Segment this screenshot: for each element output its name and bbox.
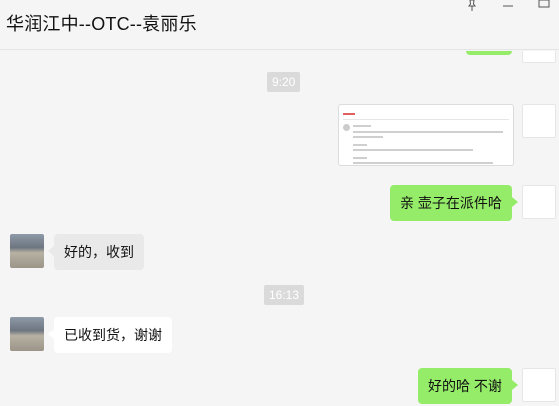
contact-avatar[interactable]	[10, 317, 44, 351]
doc-line	[353, 157, 367, 159]
doc-header-line	[343, 113, 355, 115]
my-avatar[interactable]	[522, 368, 556, 402]
my-avatar[interactable]	[522, 51, 556, 63]
timestamp: 16:13	[264, 285, 305, 305]
received-message-bubble[interactable]: 好的，收到	[48, 234, 144, 270]
doc-line	[353, 136, 383, 138]
received-message-bubble[interactable]: 已收到货，谢谢	[48, 317, 172, 353]
my-avatar[interactable]	[522, 104, 556, 138]
chat-title: 华润江中--OTC--袁丽乐	[6, 14, 197, 34]
partial-sent-bubble[interactable]	[466, 51, 512, 55]
pin-icon[interactable]	[464, 0, 480, 12]
my-avatar[interactable]	[522, 185, 556, 219]
doc-line	[353, 131, 503, 133]
doc-line	[353, 125, 371, 127]
contact-avatar[interactable]	[10, 234, 44, 268]
chat-header: 华润江中--OTC--袁丽乐	[0, 0, 559, 50]
doc-line	[353, 144, 367, 146]
timestamp: 9:20	[267, 72, 301, 92]
minimize-icon[interactable]	[500, 0, 516, 12]
doc-avatar-dot	[343, 124, 350, 131]
shipment-screenshot-card[interactable]	[338, 104, 514, 166]
doc-line	[353, 162, 493, 164]
sent-message-bubble[interactable]: 亲 壶子在派件哈	[390, 185, 518, 221]
doc-line	[353, 149, 473, 151]
doc-divider	[343, 119, 509, 120]
message-list[interactable]: 9:20 亲 壶子在派件哈 好的，收到 16:13 已收到货，谢谢 好的哈 不谢	[0, 51, 559, 406]
maximize-icon[interactable]	[536, 0, 552, 12]
sent-message-bubble[interactable]: 好的哈 不谢	[418, 368, 518, 404]
